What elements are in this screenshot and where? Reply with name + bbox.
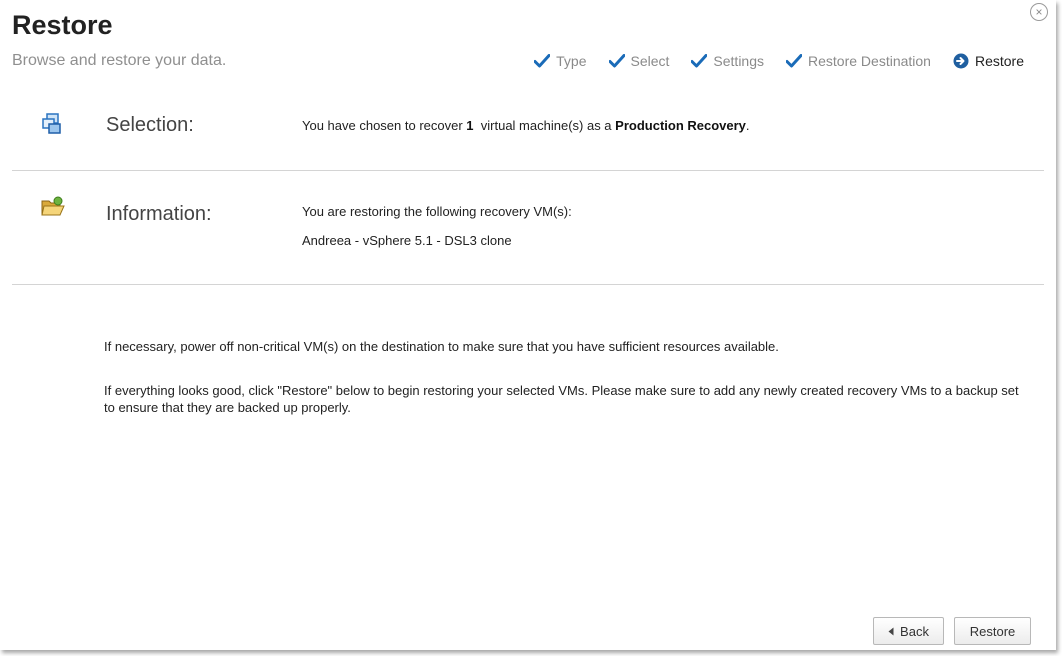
open-folder-icon [41,196,65,216]
selection-label: Selection: [106,114,194,136]
section-divider [12,284,1044,285]
restore-hint-note: If everything looks good, click "Restore… [104,383,1019,415]
vm-count: 1 [466,118,474,133]
checkmark-icon [534,54,551,68]
step-label: Type [556,53,587,69]
step-label: Settings [713,53,765,69]
arrow-right-circle-icon [953,53,969,69]
close-button[interactable]: × [1030,3,1048,21]
wizard-steps: Type Select Settings Restore Destination… [534,51,1024,71]
checkmark-icon [786,54,803,68]
page-title: Restore [12,10,113,40]
selection-summary: You have chosen to recover 1 virtual mac… [302,117,750,135]
checkmark-icon [691,54,708,68]
power-off-note: If necessary, power off non-critical VM(… [104,339,779,354]
restore-button[interactable]: Restore [954,617,1031,645]
section-divider [12,170,1044,171]
restore-button-label: Restore [969,623,1016,639]
step-label: Restore [974,53,1024,69]
recovery-vm-name: Andreea - vSphere 5.1 - DSL3 clone [302,233,512,248]
checkmark-icon [608,54,625,68]
selection-text-prefix: You have chosen to recover [302,118,467,133]
step-type: Type [534,51,587,71]
step-restore: Restore [953,51,1024,71]
step-select: Select [608,51,670,71]
step-settings: Settings [691,51,764,71]
selection-text-suffix: . [745,118,750,133]
back-button[interactable]: Back [873,617,944,645]
virtual-machines-icon [42,113,61,134]
page-subtitle: Browse and restore your data. [12,52,227,69]
selection-text-middle: virtual machine(s) as a [480,118,616,133]
information-intro: You are restoring the following recovery… [302,204,572,219]
step-restore-destination: Restore Destination [786,51,931,71]
recovery-type: Production Recovery [615,118,746,133]
information-label: Information: [106,203,212,225]
restore-dialog: × Restore Browse and restore your data. … [0,0,1056,650]
back-button-label: Back [900,623,929,639]
caret-left-icon [888,627,894,635]
step-label: Restore Destination [808,53,931,69]
step-label: Select [630,53,670,69]
